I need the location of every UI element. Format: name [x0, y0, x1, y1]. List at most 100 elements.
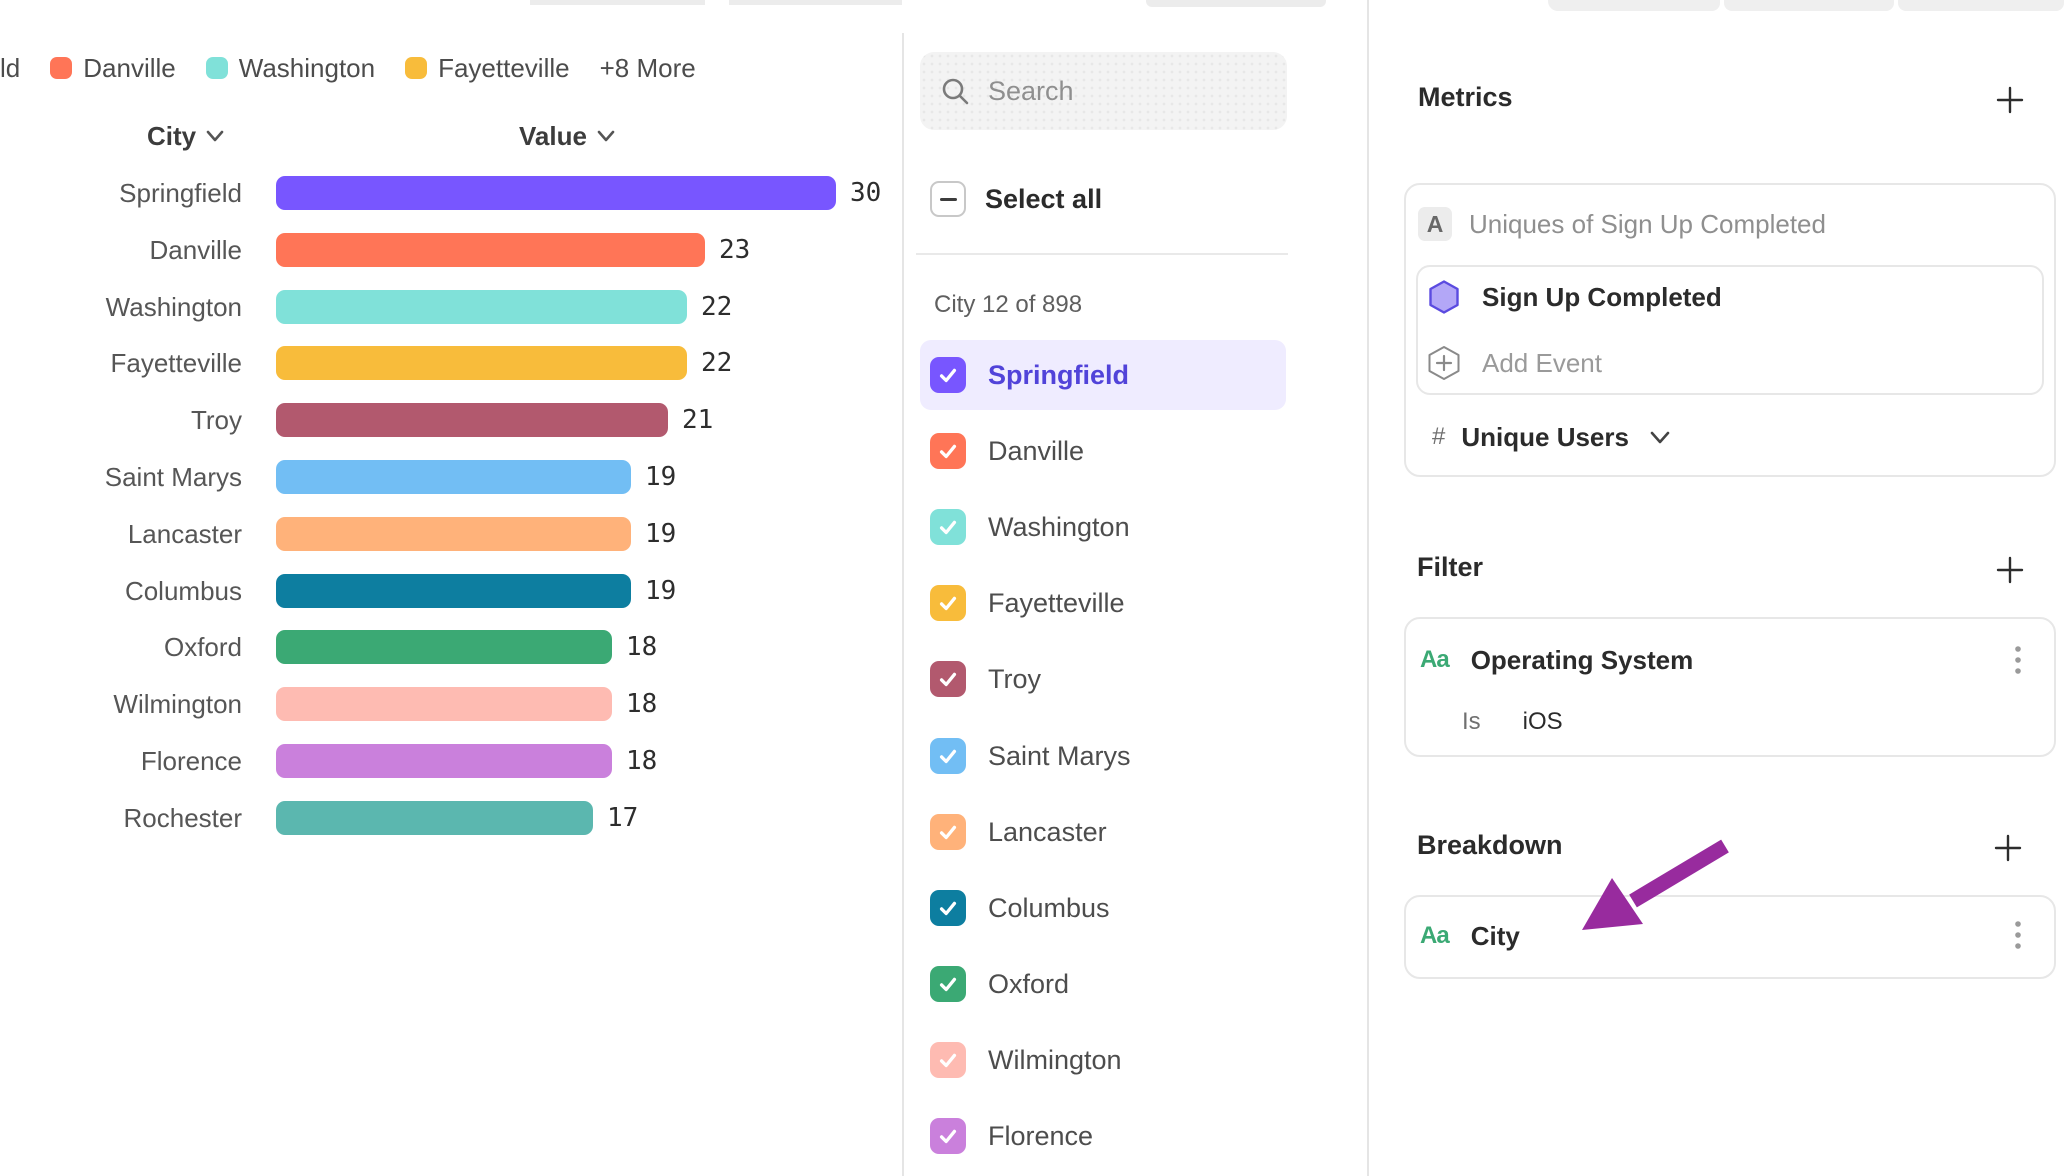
- indeterminate-minus-icon: [940, 198, 957, 201]
- chart-legend: ld Danville Washington Fayetteville +8 More: [0, 52, 696, 84]
- add-event-row[interactable]: Add Event: [1427, 345, 1602, 381]
- chevron-down-icon: [1649, 430, 1671, 445]
- bar-category-label: Florence: [0, 744, 242, 778]
- bar[interactable]: [276, 630, 612, 664]
- bar[interactable]: [276, 687, 612, 721]
- check-icon: [937, 364, 959, 386]
- bar[interactable]: [276, 233, 705, 267]
- bar[interactable]: [276, 346, 687, 380]
- bar-category-label: Saint Marys: [0, 460, 242, 494]
- bar-value-label: 17: [607, 801, 638, 835]
- legend-item[interactable]: Washington: [206, 53, 375, 84]
- add-breakdown-button[interactable]: [1991, 831, 2025, 865]
- legend-swatch-icon: [206, 57, 228, 79]
- plus-icon: [1996, 556, 2024, 584]
- select-all-row[interactable]: Select all: [930, 181, 1102, 217]
- event-hexagon-icon: [1429, 280, 1459, 314]
- filter-property-row[interactable]: Aa Operating System: [1420, 643, 1693, 677]
- inspector-divider: [1367, 0, 1369, 1176]
- bar-value-label: 22: [701, 290, 732, 324]
- breakdown-property-row[interactable]: Aa City: [1420, 919, 1520, 953]
- city-checkbox[interactable]: [930, 661, 966, 697]
- bar-category-label: Columbus: [0, 574, 242, 608]
- check-icon: [937, 516, 959, 538]
- bar-category-label: Fayetteville: [0, 346, 242, 380]
- city-checkbox[interactable]: [930, 814, 966, 850]
- legend-item-truncated[interactable]: ld: [0, 53, 20, 84]
- tab-fragment[interactable]: [1548, 0, 1720, 11]
- legend-item[interactable]: Fayetteville: [405, 53, 570, 84]
- select-all-label: Select all: [985, 184, 1102, 215]
- search-icon: [940, 76, 970, 106]
- segmented-tabs-fragment[interactable]: [1548, 0, 2064, 11]
- bar[interactable]: [276, 460, 631, 494]
- legend-swatch-icon: [50, 57, 72, 79]
- tab-fragment[interactable]: [1724, 0, 1894, 11]
- column-header-city[interactable]: City: [147, 119, 225, 153]
- bar[interactable]: [276, 290, 687, 324]
- city-list-item[interactable]: Danville: [920, 416, 1286, 486]
- aggregation-selector[interactable]: # Unique Users: [1432, 420, 1671, 454]
- search-input[interactable]: [988, 76, 1258, 107]
- city-list-item[interactable]: Springfield: [920, 340, 1286, 410]
- city-checkbox[interactable]: [930, 738, 966, 774]
- filter-kebab-menu-icon[interactable]: [2010, 644, 2026, 678]
- city-checkbox[interactable]: [930, 966, 966, 1002]
- add-metric-button[interactable]: [1993, 83, 2027, 117]
- city-checkbox[interactable]: [930, 1118, 966, 1154]
- top-edge-fragment-left: [530, 0, 705, 5]
- select-all-checkbox[interactable]: [930, 181, 966, 217]
- city-list-item[interactable]: Florence: [920, 1101, 1286, 1171]
- check-icon: [937, 1049, 959, 1071]
- city-checkbox[interactable]: [930, 509, 966, 545]
- city-list-item[interactable]: Lancaster: [920, 797, 1286, 867]
- bar[interactable]: [276, 801, 593, 835]
- city-list-item[interactable]: Oxford: [920, 949, 1286, 1019]
- bar[interactable]: [276, 517, 631, 551]
- city-list-item-label: Fayetteville: [988, 588, 1125, 619]
- bar-value-label: 18: [626, 687, 657, 721]
- add-event-icon: [1427, 345, 1461, 381]
- bar[interactable]: [276, 176, 836, 210]
- city-checkbox[interactable]: [930, 433, 966, 469]
- city-list-item-label: Columbus: [988, 893, 1110, 924]
- event-row[interactable]: Sign Up Completed: [1429, 281, 1722, 313]
- add-filter-button[interactable]: [1993, 553, 2027, 587]
- search-box[interactable]: [920, 52, 1287, 130]
- city-list-item[interactable]: Washington: [920, 492, 1286, 562]
- bar[interactable]: [276, 744, 612, 778]
- city-list-item-label: Washington: [988, 512, 1130, 543]
- city-checkbox[interactable]: [930, 1042, 966, 1078]
- city-list-item-label: Oxford: [988, 969, 1069, 1000]
- bar-category-label: Oxford: [0, 630, 242, 664]
- city-list-item-label: Florence: [988, 1121, 1093, 1152]
- filter-condition-row[interactable]: Is iOS: [1462, 707, 1563, 737]
- bar-category-label: Washington: [0, 290, 242, 324]
- city-list-item[interactable]: Troy: [920, 644, 1286, 714]
- city-list-item-label: Danville: [988, 436, 1084, 467]
- tab-fragment[interactable]: [1898, 0, 2064, 11]
- city-list-item[interactable]: Fayetteville: [920, 568, 1286, 638]
- legend-item[interactable]: Danville: [50, 53, 176, 84]
- column-header-value[interactable]: Value: [519, 119, 616, 153]
- bar[interactable]: [276, 574, 631, 608]
- city-list-item[interactable]: Saint Marys: [920, 721, 1286, 791]
- city-checkbox[interactable]: [930, 890, 966, 926]
- city-list-item-label: Lancaster: [988, 817, 1107, 848]
- city-checkbox[interactable]: [930, 357, 966, 393]
- breakdown-kebab-menu-icon[interactable]: [2010, 919, 2026, 953]
- add-event-label: Add Event: [1482, 348, 1602, 379]
- check-icon: [937, 668, 959, 690]
- string-property-icon: Aa: [1420, 922, 1449, 950]
- check-icon: [937, 821, 959, 843]
- legend-more[interactable]: +8 More: [600, 53, 696, 84]
- insights-report-view: ld Danville Washington Fayetteville +8 More…: [0, 0, 2064, 1176]
- city-list-item[interactable]: Wilmington: [920, 1025, 1286, 1095]
- legend-swatch-icon: [405, 57, 427, 79]
- city-list-item[interactable]: Columbus: [920, 873, 1286, 943]
- city-list-item-label: Troy: [988, 664, 1041, 695]
- bar-category-label: Lancaster: [0, 517, 242, 551]
- bar[interactable]: [276, 403, 668, 437]
- bar-value-label: 22: [701, 346, 732, 380]
- city-checkbox[interactable]: [930, 585, 966, 621]
